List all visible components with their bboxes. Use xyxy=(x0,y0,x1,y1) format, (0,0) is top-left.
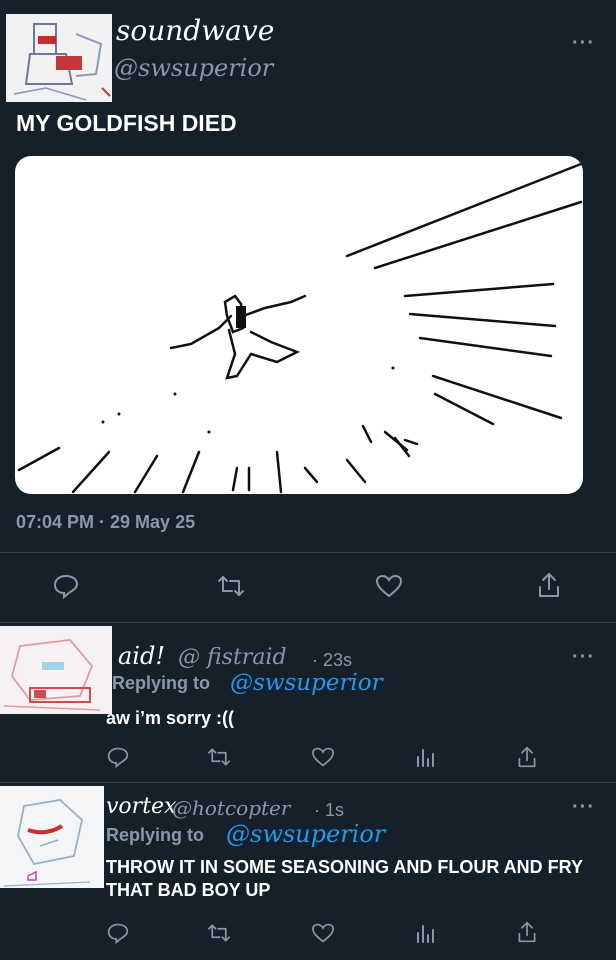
main-tweet-avatar[interactable] xyxy=(6,14,112,102)
tweet-image[interactable] xyxy=(15,156,583,494)
reply-1-handle[interactable]: @ fistraid xyxy=(178,645,287,670)
reply-1-replying-handle[interactable]: @swsuperior xyxy=(230,670,383,696)
analytics-icon[interactable] xyxy=(414,746,436,768)
heart-icon[interactable] xyxy=(310,746,336,768)
divider-reply-1 xyxy=(0,782,616,783)
retweet-icon[interactable] xyxy=(206,922,232,944)
share-icon[interactable] xyxy=(516,920,538,944)
divider-timestamp xyxy=(0,552,616,553)
pink-robot-avatar-drawing xyxy=(0,626,112,714)
main-tweet-timestamp[interactable]: 07:04 PM · 29 May 25 xyxy=(16,512,195,533)
reply-2-replying-handle[interactable]: @swsuperior xyxy=(226,820,385,848)
reply-2-more-button[interactable]: ··· xyxy=(572,796,595,819)
falling-figure-drawing xyxy=(17,162,583,494)
reply-1-time[interactable]: · 23s xyxy=(312,650,352,671)
reply-2-avatar[interactable] xyxy=(0,786,104,888)
main-tweet-text: MY GOLDFISH DIED xyxy=(16,110,237,136)
divider-main xyxy=(0,622,616,623)
share-icon[interactable] xyxy=(516,745,538,769)
reply-2-display-name[interactable]: vortex xyxy=(106,794,176,819)
reply-1-text: aw i’m sorry :(( xyxy=(106,708,235,728)
reply-1-avatar[interactable] xyxy=(0,626,112,714)
reply-1-more-button[interactable]: ··· xyxy=(572,646,595,669)
reply-2-handle[interactable]: @hotcopter xyxy=(172,796,290,820)
reply-1-display-name[interactable]: aid! xyxy=(118,642,165,670)
reply-icon[interactable] xyxy=(106,922,130,944)
share-icon[interactable] xyxy=(536,571,562,599)
reply-2-time[interactable]: · 1s xyxy=(314,800,344,821)
analytics-icon[interactable] xyxy=(414,922,436,944)
main-tweet-display-name[interactable]: soundwave xyxy=(116,14,274,47)
vortex-avatar-drawing xyxy=(0,786,104,888)
main-tweet-more-button[interactable]: ··· xyxy=(572,32,595,55)
reply-icon[interactable] xyxy=(106,746,130,768)
retweet-icon[interactable] xyxy=(216,573,246,599)
reply-2-replying-label: Replying to xyxy=(106,825,204,845)
heart-icon[interactable] xyxy=(374,573,404,599)
reply-icon[interactable] xyxy=(52,573,80,599)
retweet-icon[interactable] xyxy=(206,746,232,768)
robot-avatar-drawing xyxy=(6,14,112,102)
main-tweet-handle[interactable]: @swsuperior xyxy=(114,54,273,82)
reply-2-text: THROW IT IN SOME SEASONING AND FLOUR AND… xyxy=(106,857,583,900)
heart-icon[interactable] xyxy=(310,922,336,944)
reply-1-replying-label: Replying to xyxy=(112,673,210,693)
